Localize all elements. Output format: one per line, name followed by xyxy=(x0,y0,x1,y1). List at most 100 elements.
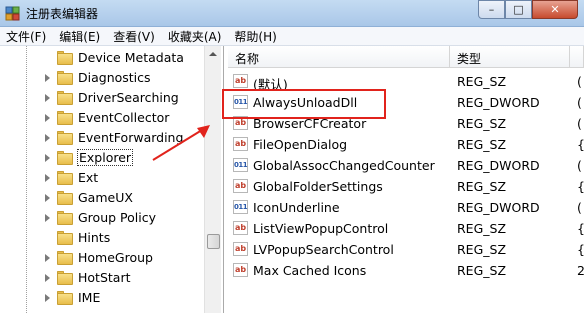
value-name: IconUnderline xyxy=(253,200,340,215)
expand-arrow-icon[interactable] xyxy=(45,254,50,262)
value-type: REG_SZ xyxy=(457,242,507,257)
red-arrow-icon xyxy=(152,125,210,161)
tree-item[interactable]: DriverSearching xyxy=(0,88,204,108)
tree-item[interactable]: Device Metadata xyxy=(0,48,204,68)
expand-arrow-icon[interactable] xyxy=(45,114,50,122)
string-value-icon: ab xyxy=(233,137,248,151)
registry-value-row[interactable]: ab ListViewPopupControl REG_SZ { xyxy=(228,218,584,239)
folder-icon xyxy=(57,71,73,85)
string-value-icon: ab xyxy=(233,263,248,277)
menu-favorites[interactable]: 收藏夹(A) xyxy=(168,28,222,45)
tree-item[interactable]: Diagnostics xyxy=(0,68,204,88)
string-value-icon: ab xyxy=(233,74,248,88)
value-type: REG_SZ xyxy=(457,137,507,152)
menu-view[interactable]: 查看(V) xyxy=(113,28,155,45)
title-bar: 注册表编辑器 – □ ✕ xyxy=(0,0,584,27)
tree-item-label: IME xyxy=(78,290,101,305)
scroll-up-arrow-icon[interactable] xyxy=(209,52,217,56)
dword-value-icon: 011 xyxy=(233,200,248,214)
expand-arrow-icon[interactable] xyxy=(45,174,50,182)
tree-item[interactable]: Ext xyxy=(0,168,204,188)
tree-item-label: Group Policy xyxy=(78,210,156,225)
value-type: REG_SZ xyxy=(457,116,507,131)
value-data: { xyxy=(577,221,584,236)
tree-item-label: DriverSearching xyxy=(78,90,179,105)
folder-icon xyxy=(57,51,73,65)
value-name: FileOpenDialog xyxy=(253,137,348,152)
tree-item[interactable]: Group Policy xyxy=(0,208,204,228)
value-type: REG_SZ xyxy=(457,263,507,278)
value-data: { xyxy=(577,179,584,194)
value-type: REG_DWORD xyxy=(457,158,540,173)
minimize-button[interactable]: – xyxy=(478,0,505,19)
folder-icon xyxy=(57,111,73,125)
close-button[interactable]: ✕ xyxy=(532,0,578,19)
expand-arrow-icon[interactable] xyxy=(45,74,50,82)
value-data: ( xyxy=(577,200,582,215)
expand-arrow-icon[interactable] xyxy=(45,134,50,142)
string-value-icon: ab xyxy=(233,179,248,193)
tree-item-label: GameUX xyxy=(78,190,133,205)
values-list-pane: 名称 类型 数据 ab(默认)REG_SZ(011AlwaysUnloadDll… xyxy=(228,46,584,313)
tree-item[interactable]: GameUX xyxy=(0,188,204,208)
folder-icon xyxy=(57,151,73,165)
string-value-icon: ab xyxy=(233,221,248,235)
value-name: GlobalFolderSettings xyxy=(253,179,383,194)
regedit-app-icon xyxy=(5,6,20,21)
tree-item-label: Hints xyxy=(78,230,111,245)
value-name: LVPopupSearchControl xyxy=(253,242,394,257)
dword-value-icon: 011 xyxy=(233,158,248,172)
menu-bar: 文件(F) 编辑(E) 查看(V) 收藏夹(A) 帮助(H) xyxy=(0,27,584,46)
menu-help[interactable]: 帮助(H) xyxy=(234,28,276,45)
tree-item[interactable]: HotStart xyxy=(0,268,204,288)
folder-icon xyxy=(57,211,73,225)
folder-icon xyxy=(57,91,73,105)
scrollbar-thumb[interactable] xyxy=(207,234,220,249)
tree-item[interactable]: Hints xyxy=(0,228,204,248)
tree-vertical-scrollbar[interactable] xyxy=(204,46,221,313)
value-data: ( xyxy=(577,74,582,89)
tree-item[interactable]: HomeGroup xyxy=(0,248,204,268)
column-header-type[interactable]: 类型 xyxy=(450,46,570,68)
expand-arrow-icon[interactable] xyxy=(45,274,50,282)
registry-value-row[interactable]: ab Max Cached Icons REG_SZ 2 xyxy=(228,260,584,281)
registry-value-row[interactable]: 011 IconUnderline REG_DWORD ( xyxy=(228,197,584,218)
value-data: ( xyxy=(577,158,582,173)
value-type: REG_SZ xyxy=(457,179,507,194)
menu-edit[interactable]: 编辑(E) xyxy=(59,28,100,45)
column-header-name[interactable]: 名称 xyxy=(228,46,450,68)
folder-icon xyxy=(57,271,73,285)
column-header-data[interactable]: 数据 xyxy=(570,46,584,68)
tree-item-label: HotStart xyxy=(78,270,131,285)
expand-arrow-icon[interactable] xyxy=(45,194,50,202)
maximize-button[interactable]: □ xyxy=(505,0,532,19)
folder-icon xyxy=(57,131,73,145)
folder-icon xyxy=(57,291,73,305)
registry-value-row[interactable]: 011 GlobalAssocChangedCounter REG_DWORD ( xyxy=(228,155,584,176)
folder-icon xyxy=(57,251,73,265)
value-data: ( xyxy=(577,116,582,131)
key-tree-pane: Device Metadata Diagnostics DriverSearchin… xyxy=(0,46,224,313)
value-name: GlobalAssocChangedCounter xyxy=(253,158,435,173)
expand-arrow-icon[interactable] xyxy=(45,154,50,162)
tree-item-label: HomeGroup xyxy=(78,250,153,265)
registry-value-row[interactable]: ab GlobalFolderSettings REG_SZ { xyxy=(228,176,584,197)
tree-item-label: Ext xyxy=(78,170,99,185)
value-data: 2 xyxy=(577,263,584,278)
tree-item-label: Explorer xyxy=(77,149,134,166)
value-data: ( xyxy=(577,95,582,110)
expand-arrow-icon[interactable] xyxy=(45,214,50,222)
value-data: { xyxy=(577,137,584,152)
registry-value-row[interactable]: ab LVPopupSearchControl REG_SZ { xyxy=(228,239,584,260)
value-name: ListViewPopupControl xyxy=(253,221,389,236)
value-data: { xyxy=(577,242,584,257)
expand-arrow-icon[interactable] xyxy=(45,294,50,302)
window-title: 注册表编辑器 xyxy=(26,7,99,21)
string-value-icon: ab xyxy=(233,242,248,256)
value-type: REG_SZ xyxy=(457,74,507,89)
registry-value-row[interactable]: ab FileOpenDialog REG_SZ { xyxy=(228,134,584,155)
menu-file[interactable]: 文件(F) xyxy=(6,28,46,45)
folder-icon xyxy=(57,231,73,245)
tree-item[interactable]: IME xyxy=(0,288,204,308)
expand-arrow-icon[interactable] xyxy=(45,94,50,102)
